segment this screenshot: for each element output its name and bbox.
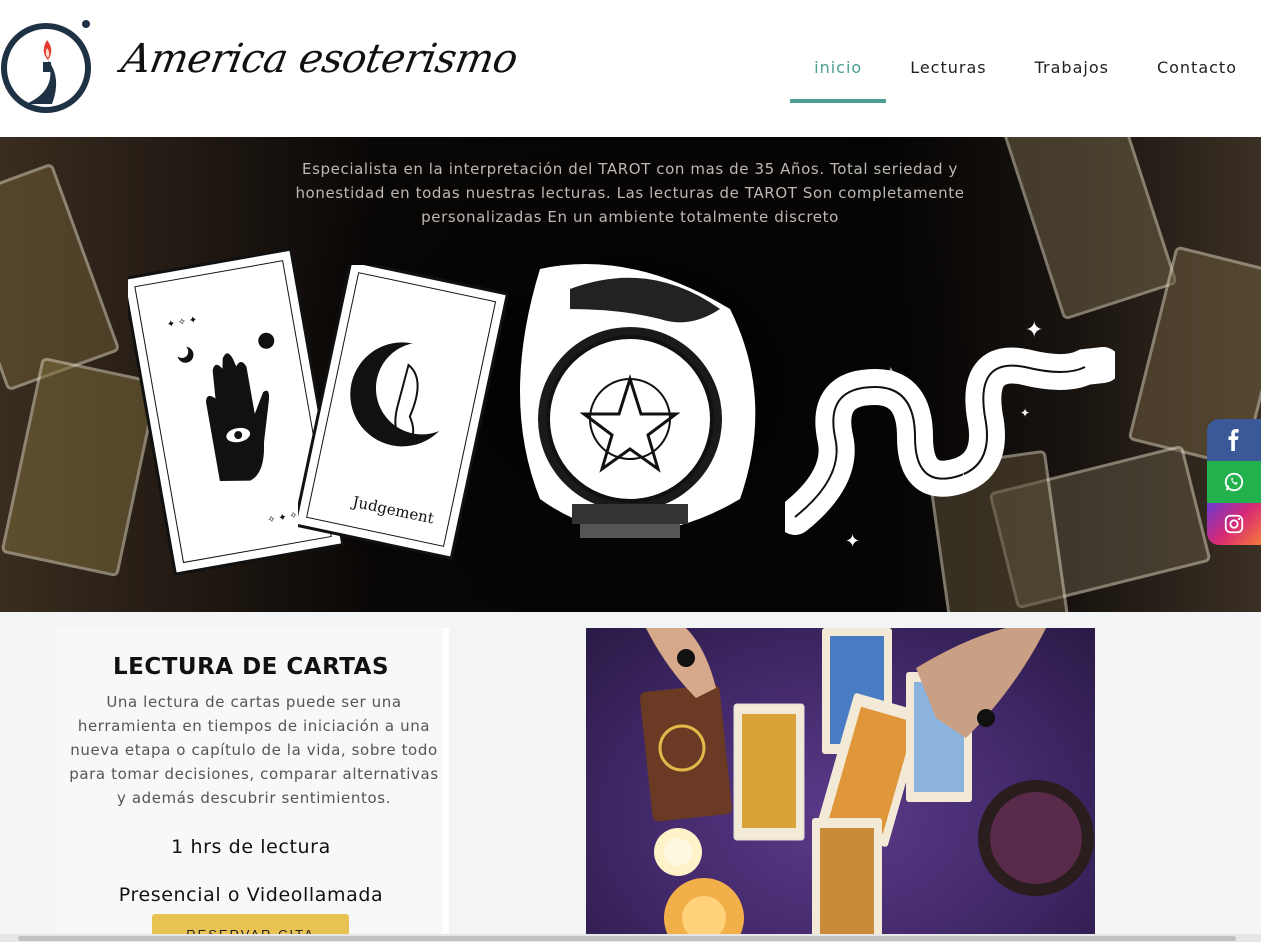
tarot-photo-illustration <box>640 628 1094 942</box>
svg-text:✦: ✦ <box>1025 317 1043 342</box>
nav-item-contacto[interactable]: Contacto <box>1133 0 1261 103</box>
nav-item-inicio[interactable]: inicio <box>790 0 887 103</box>
reading-mode: Presencial o Videollamada <box>118 884 384 906</box>
site-header: America esoterismo inicio Lecturas Traba… <box>0 0 1261 137</box>
facebook-button[interactable] <box>1207 419 1261 461</box>
whatsapp-button[interactable] <box>1207 461 1261 503</box>
hero-banner: Especialista en la interpretación del TA… <box>0 137 1261 612</box>
reading-title: LECTURA DE CARTAS <box>112 654 390 680</box>
reading-panel: LECTURA DE CARTAS Una lectura de cartas … <box>56 628 449 942</box>
horizontal-scrollbar[interactable] <box>0 934 1261 942</box>
crystal-ball-illustration <box>520 264 756 538</box>
reading-section: LECTURA DE CARTAS Una lectura de cartas … <box>0 612 1261 942</box>
facebook-icon <box>1228 429 1239 451</box>
page: America esoterismo inicio Lecturas Traba… <box>0 0 1261 942</box>
scrollbar-thumb[interactable] <box>18 936 1236 941</box>
nav-item-trabajos[interactable]: Trabajos <box>1011 0 1133 103</box>
whatsapp-icon <box>1224 472 1244 492</box>
svg-text:✧: ✧ <box>885 364 897 380</box>
svg-text:✦: ✦ <box>1020 406 1030 420</box>
main-nav: inicio Lecturas Trabajos Contacto <box>790 0 1261 137</box>
svg-text:✦: ✦ <box>845 531 860 551</box>
instagram-button[interactable] <box>1207 503 1261 545</box>
nav-item-lecturas[interactable]: Lecturas <box>886 0 1010 103</box>
svg-text:✦: ✦ <box>955 470 972 492</box>
reading-description: Una lectura de cartas puede ser una herr… <box>69 693 439 807</box>
social-sidebar <box>1207 419 1261 545</box>
logo-icon[interactable] <box>0 8 98 128</box>
judgement-card-illustration: Judgement <box>298 265 508 560</box>
brand-title[interactable]: America esoterismo <box>118 36 521 82</box>
tarot-reading-photo <box>586 628 1095 942</box>
background-card <box>0 162 121 392</box>
reading-duration: 1 hrs de lectura <box>171 836 331 858</box>
snake-illustration: ✦ ✦ ✦ ✧ ✦ <box>785 317 1115 551</box>
instagram-icon <box>1224 514 1244 534</box>
hero-intro-text: Especialista en la interpretación del TA… <box>295 160 965 226</box>
